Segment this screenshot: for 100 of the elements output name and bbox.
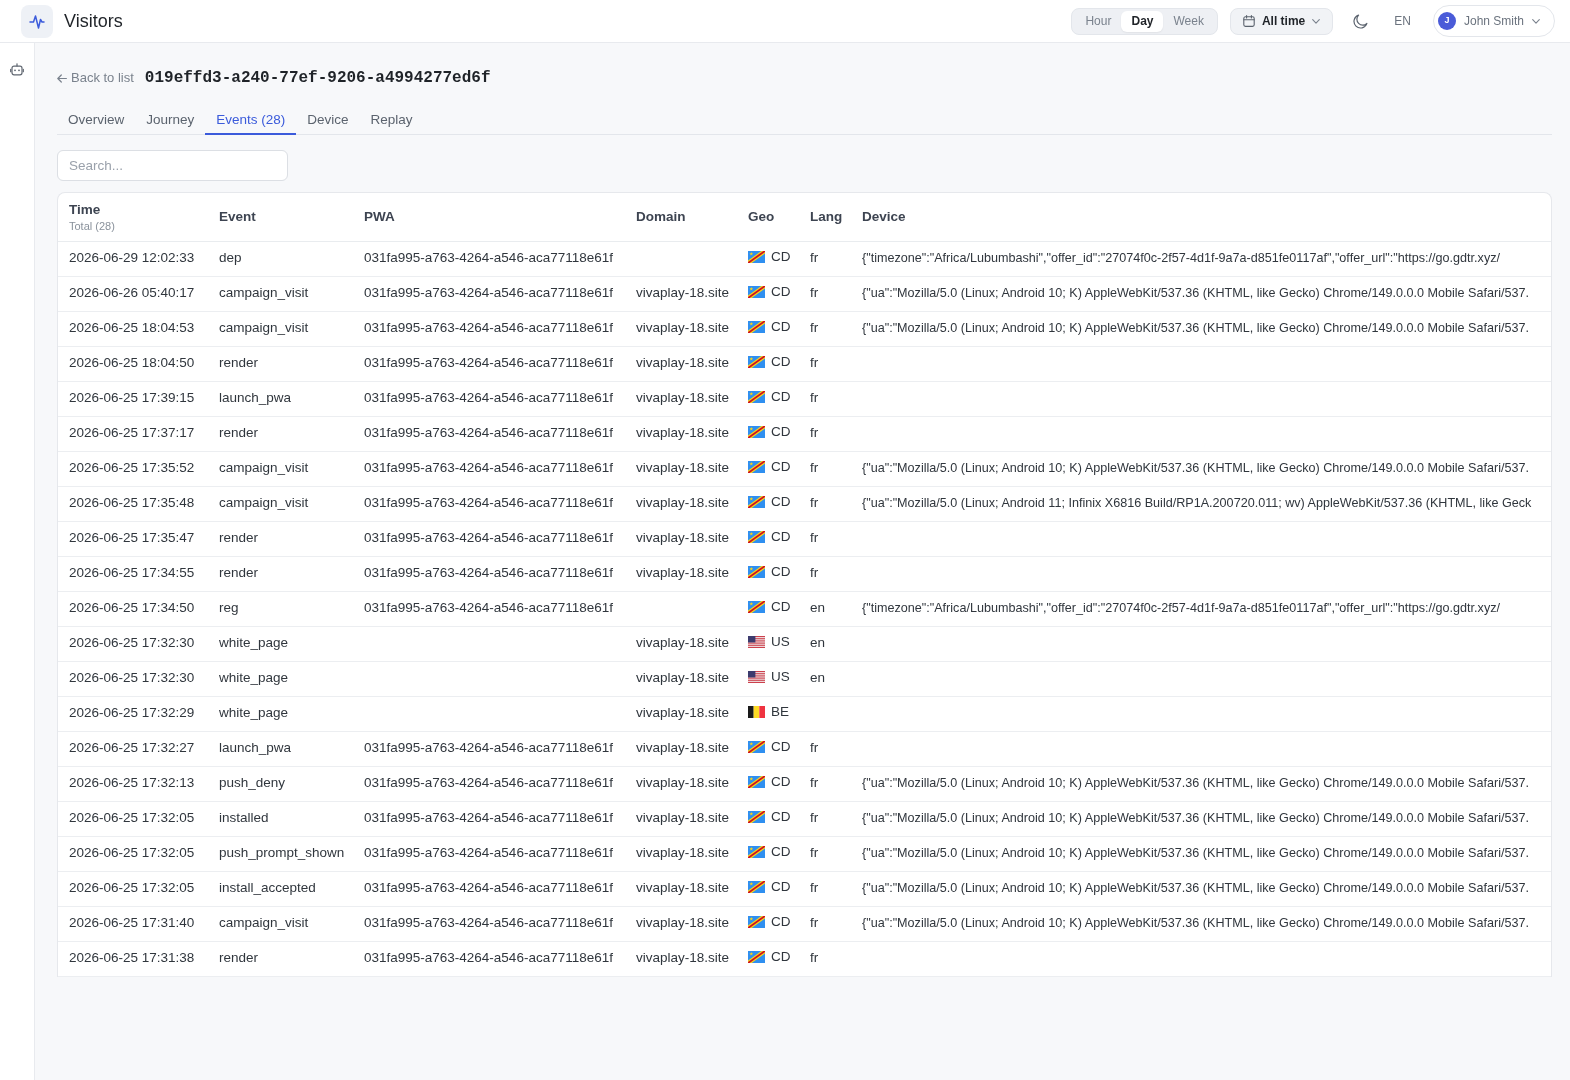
table-cell: vivaplay-18.site (625, 416, 737, 451)
table-cell: vivaplay-18.site (625, 941, 737, 976)
country-code: CD (771, 808, 791, 827)
table-cell: vivaplay-18.site (625, 276, 737, 311)
table-cell: 031fa995-a763-4264-a546-aca77118e61f (353, 486, 625, 521)
country-code: CD (771, 388, 791, 407)
table-cell: render (208, 521, 353, 556)
table-cell: 2026-06-25 17:35:47 (58, 521, 208, 556)
table-cell: fr (799, 276, 851, 311)
table-cell: 031fa995-a763-4264-a546-aca77118e61f (353, 451, 625, 486)
flag-icon (748, 846, 765, 859)
table-cell: 2026-06-25 17:32:27 (58, 731, 208, 766)
table-cell: {"timezone":"Africa/Lubumbashi","offer_id":"27074f0c-2f57-4d1f-9a7a-d851fe0117af","offer_url":"https://go.gdtr.xyz/ (851, 241, 1551, 276)
column-header: Geo (737, 193, 799, 241)
table-cell: 031fa995-a763-4264-a546-aca77118e61f (353, 276, 625, 311)
table-cell: render (208, 346, 353, 381)
table-cell: en (799, 661, 851, 696)
country-code: CD (771, 493, 791, 512)
table-cell: campaign_visit (208, 906, 353, 941)
date-range-dropdown[interactable]: All time (1229, 7, 1334, 35)
moon-icon[interactable] (1353, 13, 1369, 29)
table-cell: 2026-06-25 17:32:05 (58, 836, 208, 871)
period-tab[interactable]: Hour (1075, 10, 1122, 32)
table-cell: 031fa995-a763-4264-a546-aca77118e61f (353, 591, 625, 626)
column-header: Device (851, 193, 1551, 241)
flag-icon (748, 636, 765, 649)
country-code: CD (771, 773, 791, 792)
table-cell: 031fa995-a763-4264-a546-aca77118e61f (353, 731, 625, 766)
robot-icon[interactable] (10, 63, 24, 76)
period-tab[interactable]: Week (1163, 10, 1214, 32)
pulse-icon (21, 4, 53, 38)
country-code: CD (771, 458, 791, 477)
arrow-left-icon (57, 73, 67, 83)
country-code: CD (771, 353, 791, 372)
table-cell: installed (208, 801, 353, 836)
country-code: US (771, 668, 790, 687)
period-tab[interactable]: Day (1121, 10, 1164, 32)
table-cell: vivaplay-18.site (625, 801, 737, 836)
tab[interactable]: Overview (57, 102, 136, 135)
column-header: Domain (625, 193, 737, 241)
table-cell: fr (799, 241, 851, 276)
flag-icon (748, 811, 765, 824)
table-cell: 2026-06-25 17:31:40 (58, 906, 208, 941)
table-cell: 2026-06-25 17:35:52 (58, 451, 208, 486)
country-code: US (771, 633, 790, 652)
visitor-id: 019effd3-a240-77ef-9206-a4994277ed6f (144, 68, 491, 89)
table-cell: campaign_visit (208, 486, 353, 521)
table-cell: 2026-06-25 17:32:30 (58, 626, 208, 661)
table-cell: 2026-06-25 17:32:05 (58, 801, 208, 836)
country-code: CD (771, 423, 791, 442)
table-cell: vivaplay-18.site (625, 766, 737, 801)
table-cell: render (208, 416, 353, 451)
language-button[interactable]: EN (1394, 12, 1411, 30)
country-code: CD (771, 738, 791, 757)
country-code: CD (771, 318, 791, 337)
table-cell: vivaplay-18.site (625, 661, 737, 696)
tab[interactable]: Events (28) (205, 102, 297, 135)
table-cell: fr (799, 906, 851, 941)
table-cell: push_prompt_shown (208, 836, 353, 871)
table-cell: vivaplay-18.site (625, 381, 737, 416)
table-cell: vivaplay-18.site (625, 906, 737, 941)
table-cell: {"ua":"Mozilla/5.0 (Linux; Android 10; K) AppleWebKit/537.36 (KHTML, like Gecko) Chrome/149.0.0.0 Mobile Safari/537. (851, 871, 1551, 906)
table-cell: fr (799, 801, 851, 836)
table-cell: fr (799, 766, 851, 801)
country-code: CD (771, 563, 791, 582)
table-cell: launch_pwa (208, 381, 353, 416)
table-cell: fr (799, 416, 851, 451)
tab[interactable]: Device (296, 102, 360, 135)
table-cell: 031fa995-a763-4264-a546-aca77118e61f (353, 801, 625, 836)
table-cell: 2026-06-25 17:32:30 (58, 661, 208, 696)
table-cell: campaign_visit (208, 311, 353, 346)
table-cell: vivaplay-18.site (625, 311, 737, 346)
table-cell: 031fa995-a763-4264-a546-aca77118e61f (353, 381, 625, 416)
table-cell: vivaplay-18.site (625, 696, 737, 731)
table-cell: fr (799, 836, 851, 871)
flag-icon (748, 321, 765, 334)
user-menu[interactable]: J John Smith (1432, 5, 1555, 37)
flag-icon (748, 671, 765, 684)
table-cell: 031fa995-a763-4264-a546-aca77118e61f (353, 871, 625, 906)
table-cell: white_page (208, 661, 353, 696)
table-cell: 031fa995-a763-4264-a546-aca77118e61f (353, 766, 625, 801)
table-cell: {"ua":"Mozilla/5.0 (Linux; Android 11; Infinix X6816 Build/RP1A.200720.011; wv) AppleWebKit/537.36 (KHTML, like Geck (851, 486, 1551, 521)
flag-icon (748, 426, 765, 439)
table-cell: vivaplay-18.site (625, 451, 737, 486)
table-cell: 031fa995-a763-4264-a546-aca77118e61f (353, 941, 625, 976)
table-cell: en (799, 591, 851, 626)
tab[interactable]: Replay (359, 102, 424, 135)
table-cell: fr (799, 311, 851, 346)
table-cell: {"ua":"Mozilla/5.0 (Linux; Android 10; K) AppleWebKit/537.36 (KHTML, like Gecko) Chrome/149.0.0.0 Mobile Safari/537. (851, 451, 1551, 486)
search-field[interactable]: Search... (57, 150, 288, 181)
table-cell: fr (799, 521, 851, 556)
table-cell: white_page (208, 626, 353, 661)
table-cell: dep (208, 241, 353, 276)
tab[interactable]: Journey (135, 102, 206, 135)
table-cell: 2026-06-25 17:31:38 (58, 941, 208, 976)
flag-icon (748, 706, 765, 719)
table-cell: 031fa995-a763-4264-a546-aca77118e61f (353, 521, 625, 556)
calendar-icon (1242, 15, 1255, 27)
back-link[interactable]: Back to list (57, 68, 134, 88)
table-cell: fr (799, 941, 851, 976)
